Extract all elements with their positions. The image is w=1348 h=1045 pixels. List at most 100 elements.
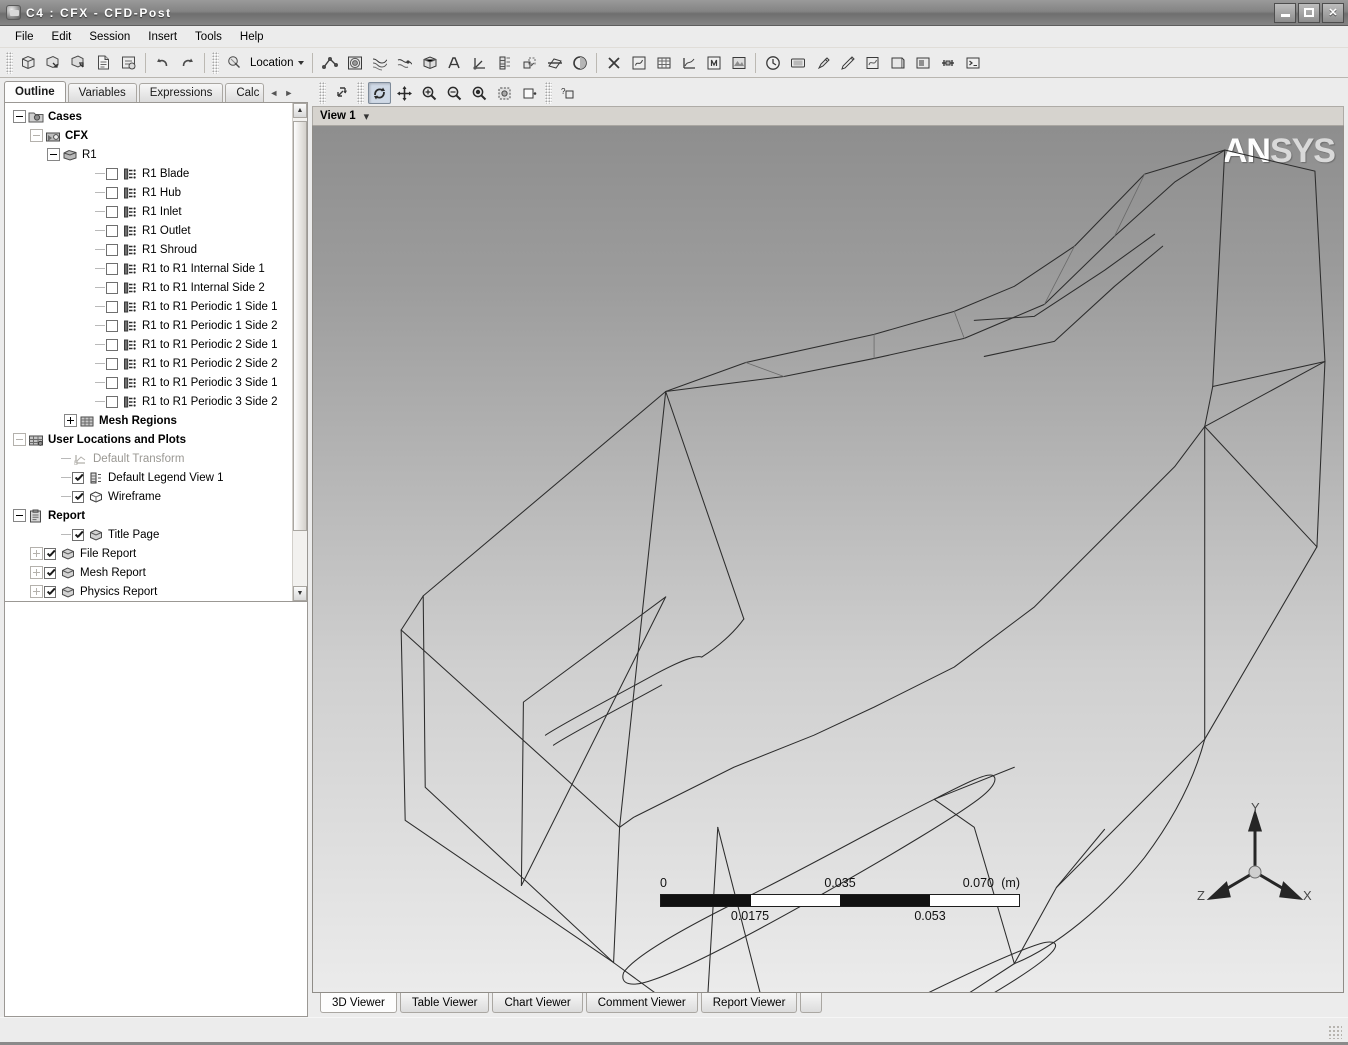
streamline-icon[interactable] [368,51,391,74]
tree-expander-toggle[interactable] [30,585,43,598]
tab-variables[interactable]: Variables [68,83,137,102]
tree-expander-toggle[interactable] [47,148,60,161]
tree-item-checkbox[interactable] [44,567,56,579]
tree-item[interactable]: Mesh Report [7,563,292,582]
clip-plane-icon[interactable] [543,51,566,74]
refresh-report-icon[interactable] [117,51,140,74]
tab-expressions[interactable]: Expressions [139,83,224,102]
probe-icon[interactable] [811,51,834,74]
predefined-view-icon[interactable] [493,82,516,104]
tree-item[interactable]: User Locations and Plots [7,430,292,449]
zoom-icon[interactable] [418,82,441,104]
tree-item[interactable]: R1 Shroud [7,240,292,259]
tree-expander-toggle[interactable] [30,129,43,142]
tab-chart-viewer[interactable]: Chart Viewer [492,993,582,1013]
tab-3d-viewer[interactable]: 3D Viewer [320,993,397,1013]
color-map-icon[interactable] [568,51,591,74]
menu-item-session[interactable]: Session [80,29,139,45]
particle-track-icon[interactable] [393,51,416,74]
tree-item[interactable]: R1 to R1 Internal Side 1 [7,259,292,278]
tree-item[interactable]: CFX [7,126,292,145]
tree-item-checkbox[interactable] [106,320,118,332]
scroll-track[interactable] [293,118,307,586]
toolbar-grip[interactable] [212,52,219,74]
tree-item-checkbox[interactable] [106,263,118,275]
tree-item-checkbox[interactable] [44,586,56,598]
tree-item[interactable]: Cases [7,107,292,126]
contour-icon[interactable] [343,51,366,74]
tree-expander-toggle[interactable] [13,433,26,446]
synchronize-icon[interactable] [861,51,884,74]
menu-item-edit[interactable]: Edit [43,29,81,45]
figure-icon[interactable] [727,51,750,74]
menu-item-tools[interactable]: Tools [186,29,231,45]
load-results-icon[interactable] [17,51,40,74]
tree-item[interactable]: R1 Outlet [7,221,292,240]
tab-table-viewer[interactable]: Table Viewer [400,993,490,1013]
tree-item-checkbox[interactable] [106,206,118,218]
scroll-up-icon[interactable]: ▲ [293,103,307,118]
tree-expander-toggle[interactable] [30,547,43,560]
tree-item[interactable]: R1 to R1 Periodic 3 Side 2 [7,392,292,411]
coordinate-frame-icon[interactable] [468,51,491,74]
load-state-icon[interactable] [42,51,65,74]
volume-rendering-icon[interactable] [418,51,441,74]
tab-report-viewer[interactable]: Report Viewer [701,993,798,1013]
instancing-transform-icon[interactable] [518,51,541,74]
toolbar-grip[interactable] [6,52,13,74]
3d-viewport[interactable]: ANSYS [312,125,1344,993]
tree-item[interactable]: Title Page [7,525,292,544]
tree-expander-toggle[interactable] [13,110,26,123]
tree-item[interactable]: File Report [7,544,292,563]
tree-item[interactable]: Wireframe [7,487,292,506]
comment-icon[interactable] [702,51,725,74]
tree-item-checkbox[interactable] [72,491,84,503]
tree-item-checkbox[interactable] [106,301,118,313]
tree-item-checkbox[interactable] [106,168,118,180]
menu-item-help[interactable]: Help [231,29,273,45]
tab-calculators[interactable]: Calc [225,83,264,102]
expression-icon[interactable] [627,51,650,74]
zoom-box-icon[interactable] [443,82,466,104]
scroll-down-icon[interactable]: ▼ [293,586,307,601]
tree-item[interactable]: R1 Hub [7,183,292,202]
viewport-layout-icon[interactable]: ? [556,82,579,104]
maximize-button[interactable] [1298,3,1320,23]
viewer-toolbar-grip[interactable] [319,82,326,104]
tab-comment-viewer[interactable]: Comment Viewer [586,993,698,1013]
tree-item[interactable]: R1 to R1 Periodic 3 Side 1 [7,373,292,392]
save-state-icon[interactable] [67,51,90,74]
viewer-toolbar-grip[interactable] [545,82,552,104]
tab-scroll-next-icon[interactable]: ► [282,86,295,100]
chevron-down-icon[interactable] [298,61,304,65]
fit-view-icon[interactable] [886,51,909,74]
tree-item[interactable]: R1 [7,145,292,164]
tree-item-checkbox[interactable] [106,339,118,351]
timestep-selector-icon[interactable] [761,51,784,74]
text-icon[interactable] [443,51,466,74]
ruler-icon[interactable] [836,51,859,74]
tree-item[interactable]: R1 to R1 Periodic 1 Side 2 [7,316,292,335]
tree-item-checkbox[interactable] [106,377,118,389]
vector-icon[interactable] [318,51,341,74]
snapshot-icon[interactable] [911,51,934,74]
resize-grip-icon[interactable] [1328,1025,1342,1039]
chart-icon[interactable] [677,51,700,74]
tree-scrollbar[interactable]: ▲ ▼ [292,103,307,601]
tree-item-checkbox[interactable] [106,358,118,370]
tree-item-checkbox[interactable] [72,472,84,484]
new-report-icon[interactable] [92,51,115,74]
macro-icon[interactable] [936,51,959,74]
view-dropdown-icon[interactable]: ▾ [364,110,370,123]
tree-item[interactable]: Physics Report [7,582,292,601]
menu-item-file[interactable]: File [6,29,43,45]
tree-expander-toggle[interactable] [13,509,26,522]
minimize-button[interactable] [1274,3,1296,23]
fit-view-icon[interactable] [468,82,491,104]
tree-item[interactable]: R1 Blade [7,164,292,183]
tree-item[interactable]: R1 to R1 Periodic 2 Side 2 [7,354,292,373]
rotate-icon[interactable] [368,82,391,104]
tree-item-checkbox[interactable] [72,529,84,541]
tree-item-checkbox[interactable] [106,187,118,199]
tree-item-checkbox[interactable] [44,548,56,560]
